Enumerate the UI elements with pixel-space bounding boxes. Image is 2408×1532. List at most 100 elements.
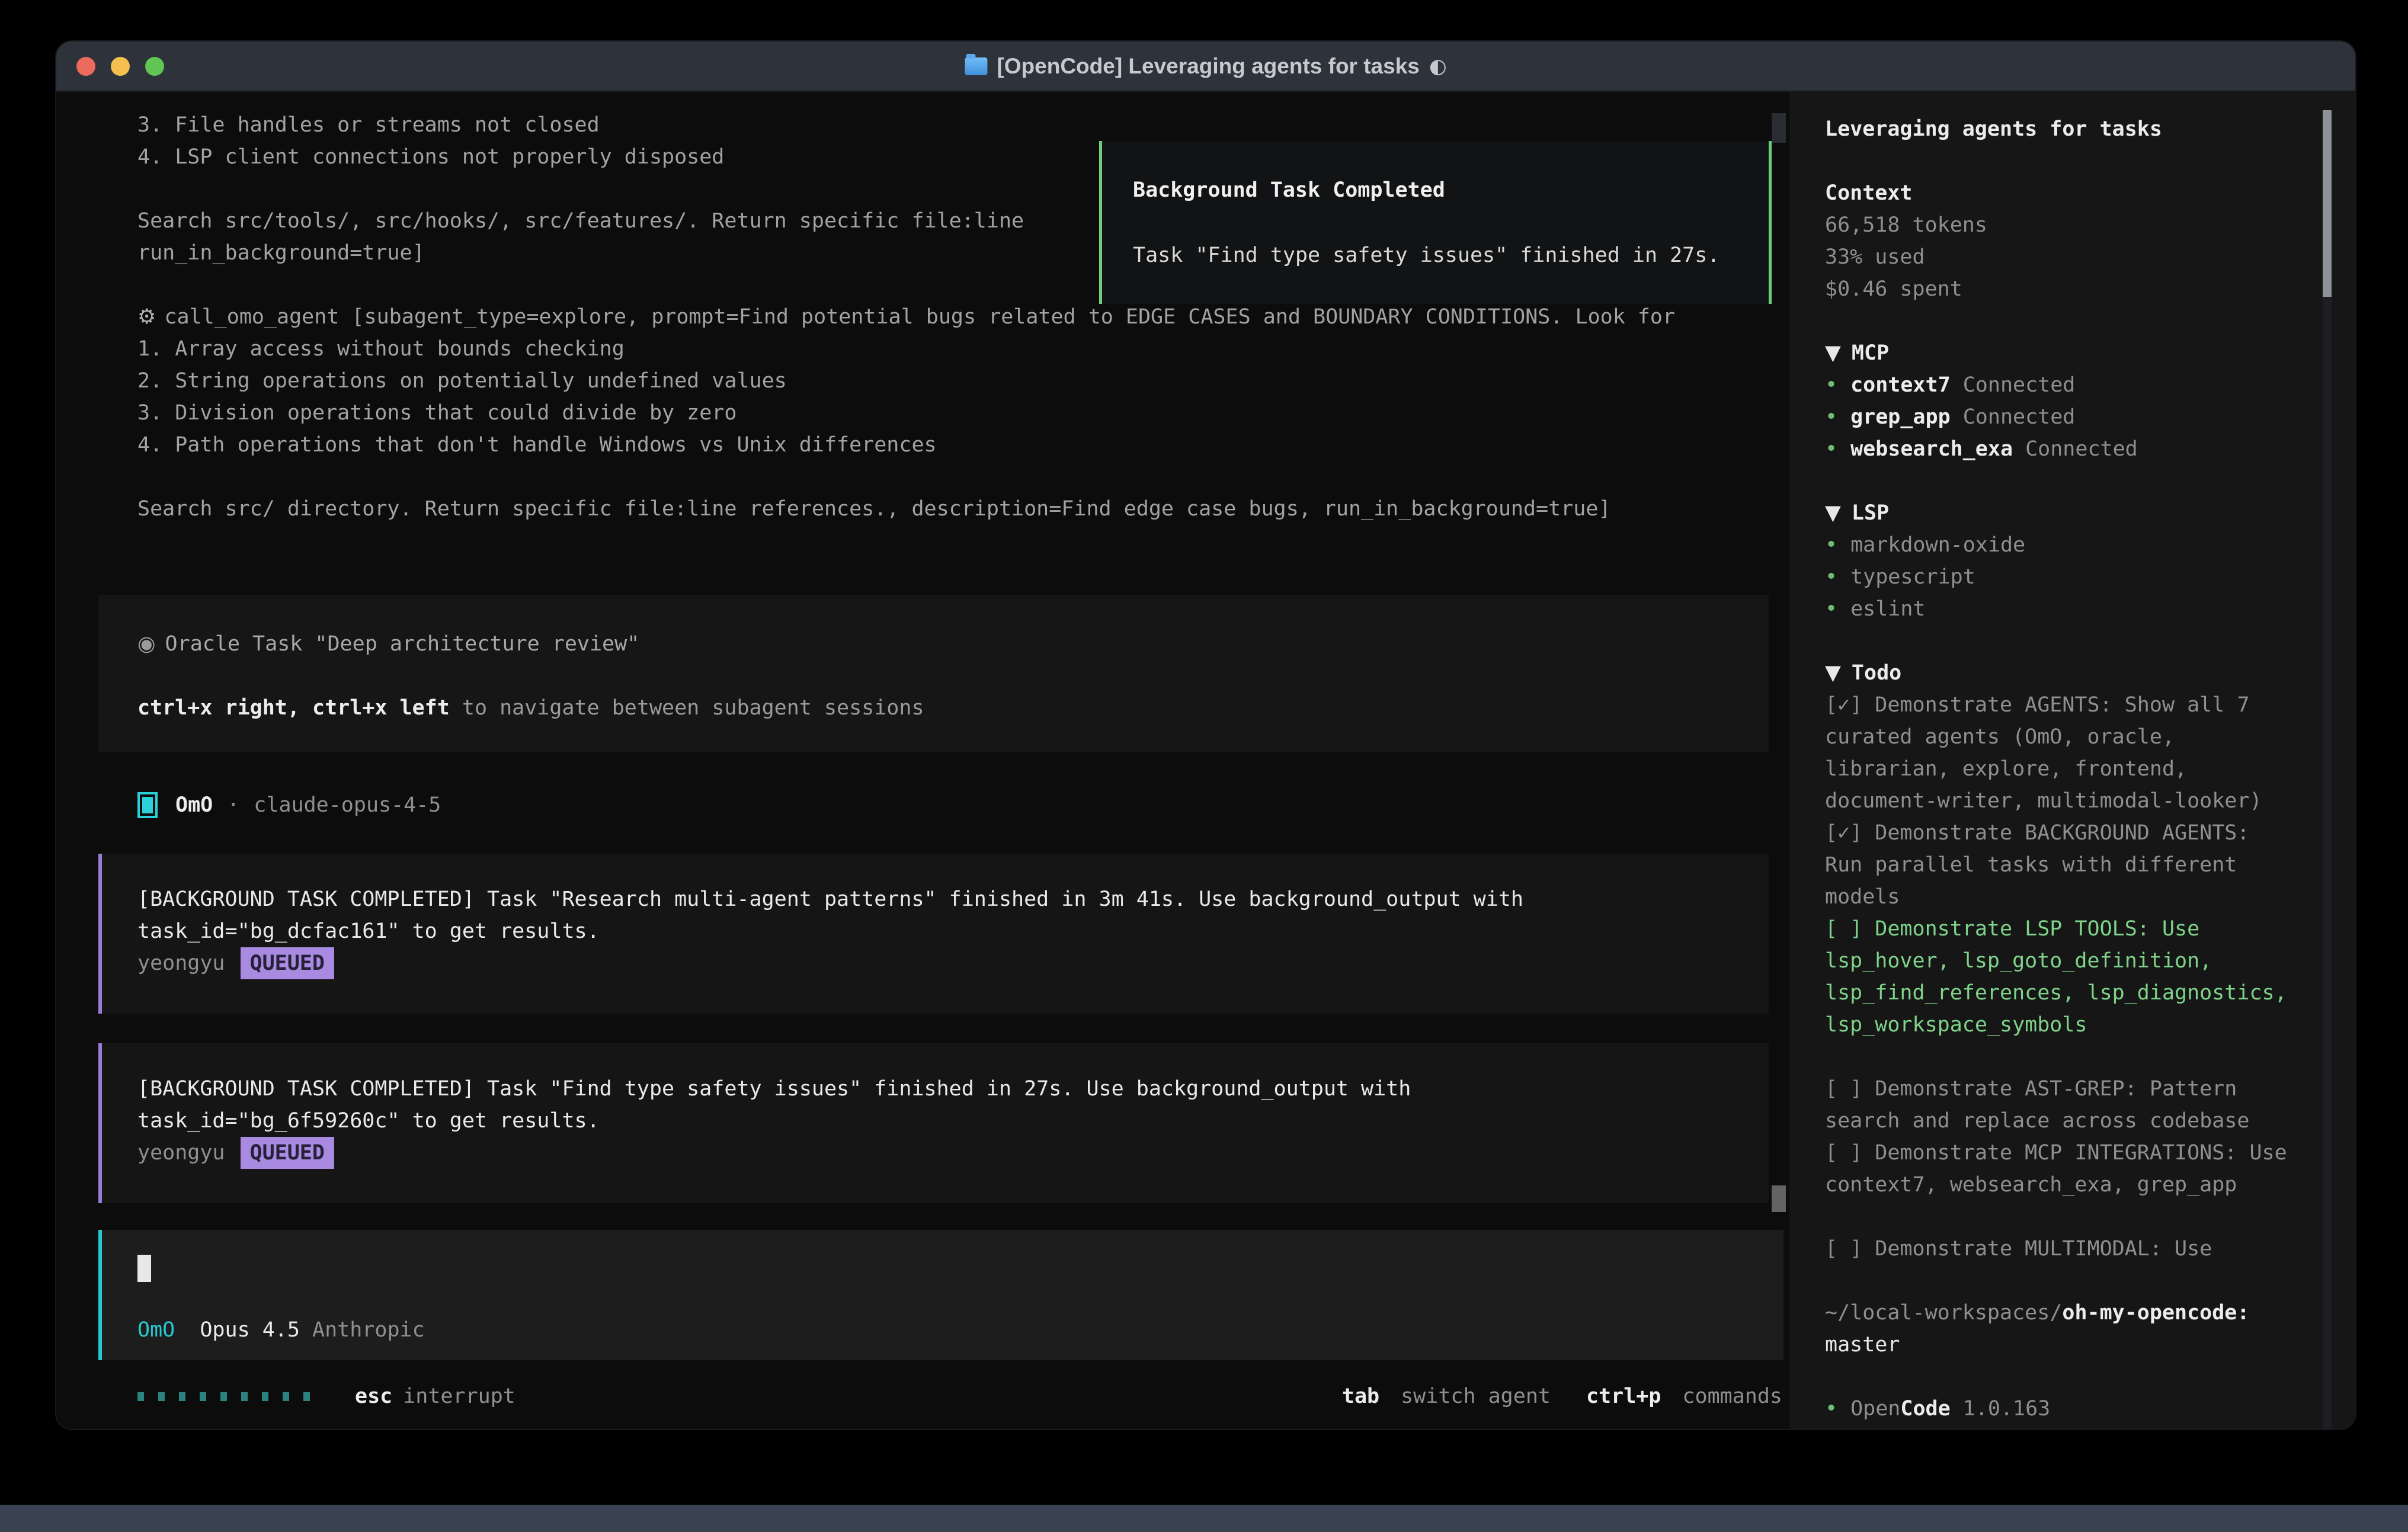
separator-dot: · <box>227 793 239 817</box>
todo-item-pending: [ ] Demonstrate MULTIMODAL: Use <box>1825 1233 2288 1265</box>
mcp-server-name: context7 <box>1850 373 1951 397</box>
queued-by-user: yeongyu <box>137 1137 225 1169</box>
workspace-path-prefix: ~/local-workspaces/ <box>1825 1301 2062 1325</box>
queued-badge: QUEUED <box>241 1137 334 1169</box>
lsp-server-name: markdown-oxide <box>1850 533 2025 557</box>
chevron-down-icon: ▼ <box>1825 501 1841 525</box>
chat-pane: 3. File handles or streams not closed 4.… <box>56 92 1789 1429</box>
mcp-server-name: websearch_exa <box>1850 437 2013 461</box>
status-dot-icon: • <box>1825 565 1837 589</box>
status-dot-icon: • <box>1825 1397 1837 1421</box>
todo-item-pending: [ ] Demonstrate MCP INTEGRATIONS: Use co… <box>1825 1137 2288 1201</box>
agent-square-icon <box>137 792 158 818</box>
oracle-task-title: ◉ Oracle Task "Deep architecture review" <box>137 628 1745 660</box>
mcp-server-status: Connected <box>1963 373 2076 397</box>
hint-keys: ctrl+x right, ctrl+x left <box>137 696 450 720</box>
status-dot-icon: • <box>1825 597 1837 621</box>
esc-key-label: interrupt <box>403 1384 515 1408</box>
lsp-item: • eslint <box>1825 593 2296 625</box>
card-message-line: [BACKGROUND TASK COMPLETED] Task "Resear… <box>137 883 1751 915</box>
desktop-strip <box>0 1505 2408 1532</box>
status-dot-icon: • <box>1825 533 1837 557</box>
version-line: •OpenCode 1.0.163 <box>1825 1393 2296 1425</box>
background-task-card: [BACKGROUND TASK COMPLETED] Task "Find t… <box>98 1043 1769 1203</box>
app-name: Code <box>1900 1397 1950 1421</box>
card-message-line: task_id="bg_dcfac161" to get results. <box>137 915 1751 947</box>
toast-title: Background Task Completed <box>1133 174 1769 206</box>
scrollback-line: 3. File handles or streams not closed <box>137 109 1724 141</box>
mcp-item: •websearch_exa Connected <box>1825 433 2296 465</box>
mcp-server-name: grep_app <box>1850 405 1951 429</box>
input-provider-name: Anthropic <box>312 1318 425 1342</box>
agent-name: OmO <box>175 793 213 817</box>
chevron-down-icon: ▼ <box>1825 341 1841 365</box>
queued-by-user: yeongyu <box>137 947 225 979</box>
mcp-section-header[interactable]: ▼ MCP <box>1825 337 2296 369</box>
session-sidebar: Leveraging agents for tasks Context 66,5… <box>1789 92 2355 1429</box>
chevron-down-icon: ▼ <box>1825 661 1841 685</box>
card-message-line: [BACKGROUND TASK COMPLETED] Task "Find t… <box>137 1073 1751 1105</box>
mcp-item: •grep_app Connected <box>1825 401 2296 433</box>
subagent-nav-hint: ctrl+x right, ctrl+x left to navigate be… <box>137 692 1745 724</box>
tool-output-line: 3. Division operations that could divide… <box>137 397 1724 429</box>
tool-call-line: ⚙ call_omo_agent [subagent_type=explore, … <box>137 301 1724 333</box>
tab-key-hint: tab <box>1342 1384 1379 1408</box>
chat-scrollbar[interactable] <box>1772 113 1786 1212</box>
model-row: OmO Opus 4.5 Anthropic <box>137 1314 1766 1346</box>
gear-icon: ⚙ <box>137 305 156 329</box>
traffic-lights <box>76 57 164 76</box>
todo-item-pending: [ ] Demonstrate AST-GREP: Pattern search… <box>1825 1073 2288 1137</box>
todo-item-active: [ ] Demonstrate LSP TOOLS: Use lsp_hover… <box>1825 913 2288 1041</box>
text-cursor <box>137 1255 151 1282</box>
todo-item-done: [✓] Demonstrate BACKGROUND AGENTS: Run p… <box>1825 817 2288 913</box>
tool-output-line: 4. Path operations that don't handle Win… <box>137 429 1724 461</box>
folder-icon <box>965 57 987 75</box>
session-state-icon: ◐ <box>1429 55 1447 78</box>
lsp-server-name: typescript <box>1850 565 1975 589</box>
maximize-button[interactable] <box>145 57 164 76</box>
mcp-server-status <box>1951 405 1963 429</box>
esc-key-hint: esc <box>355 1384 392 1408</box>
working-spinner-icon <box>137 1392 310 1401</box>
oracle-task-panel: ◉Oracle Task "Deep architecture review" … <box>98 595 1769 752</box>
mcp-heading-label: MCP <box>1852 341 1889 365</box>
agent-header: OmO · claude-opus-4-5 <box>137 789 1789 821</box>
terminal-window: [OpenCode] Leveraging agents for tasks ◐… <box>56 41 2355 1429</box>
todo-heading-label: Todo <box>1852 661 1901 685</box>
app-name-prefix: Open <box>1850 1397 1900 1421</box>
background-task-toast: Background Task Completed Task "Find typ… <box>1099 141 1772 304</box>
oracle-task-title-text: Oracle Task "Deep architecture review" <box>165 632 640 656</box>
fisheye-icon: ◉ <box>137 632 156 656</box>
tool-output-line: 1. Array access without bounds checking <box>137 333 1724 365</box>
lsp-server-name: eslint <box>1850 597 1925 621</box>
scrollbar-thumb[interactable] <box>1772 1185 1786 1212</box>
context-tokens: 66,518 tokens <box>1825 209 2296 241</box>
input-agent-name: OmO <box>137 1318 175 1342</box>
mcp-server-status: Connected <box>1963 405 2076 429</box>
mcp-server-status: Connected <box>2025 437 2138 461</box>
agent-model: claude-opus-4-5 <box>254 793 441 817</box>
minimize-button[interactable] <box>111 57 130 76</box>
lsp-item: • markdown-oxide <box>1825 529 2296 561</box>
context-heading: Context <box>1825 177 2296 209</box>
hint-text: to navigate between subagent sessions <box>450 696 924 720</box>
tool-output-line: Search src/ directory. Return specific f… <box>137 493 1724 525</box>
todo-section-header[interactable]: ▼ Todo <box>1825 657 2296 689</box>
queued-badge: QUEUED <box>241 947 334 979</box>
context-spent: $0.46 spent <box>1825 273 2296 305</box>
tab-key-label: switch agent <box>1401 1384 1551 1408</box>
input-model-name: Opus 4.5 <box>175 1318 312 1342</box>
workspace-path: ~/local-workspaces/oh-my-opencode: <box>1825 1297 2296 1329</box>
window-title-text: [OpenCode] Leveraging agents for tasks <box>997 54 1419 79</box>
context-used: 33% used <box>1825 241 2296 273</box>
window-title: [OpenCode] Leveraging agents for tasks ◐ <box>965 54 1446 79</box>
background-task-card: [BACKGROUND TASK COMPLETED] Task "Resear… <box>98 854 1769 1014</box>
sidebar-scrollbar-thumb[interactable] <box>2323 110 2332 297</box>
sidebar-scrollbar-track[interactable] <box>2323 110 2332 1429</box>
tool-call-text: call_omo_agent [subagent_type=explore, p… <box>164 305 1675 329</box>
close-button[interactable] <box>76 57 95 76</box>
lsp-section-header[interactable]: ▼LSP <box>1825 497 2296 529</box>
mcp-server-status <box>2013 437 2025 461</box>
scrollbar-segment[interactable] <box>1772 113 1786 143</box>
prompt-input[interactable]: OmO Opus 4.5 Anthropic <box>98 1230 1783 1360</box>
